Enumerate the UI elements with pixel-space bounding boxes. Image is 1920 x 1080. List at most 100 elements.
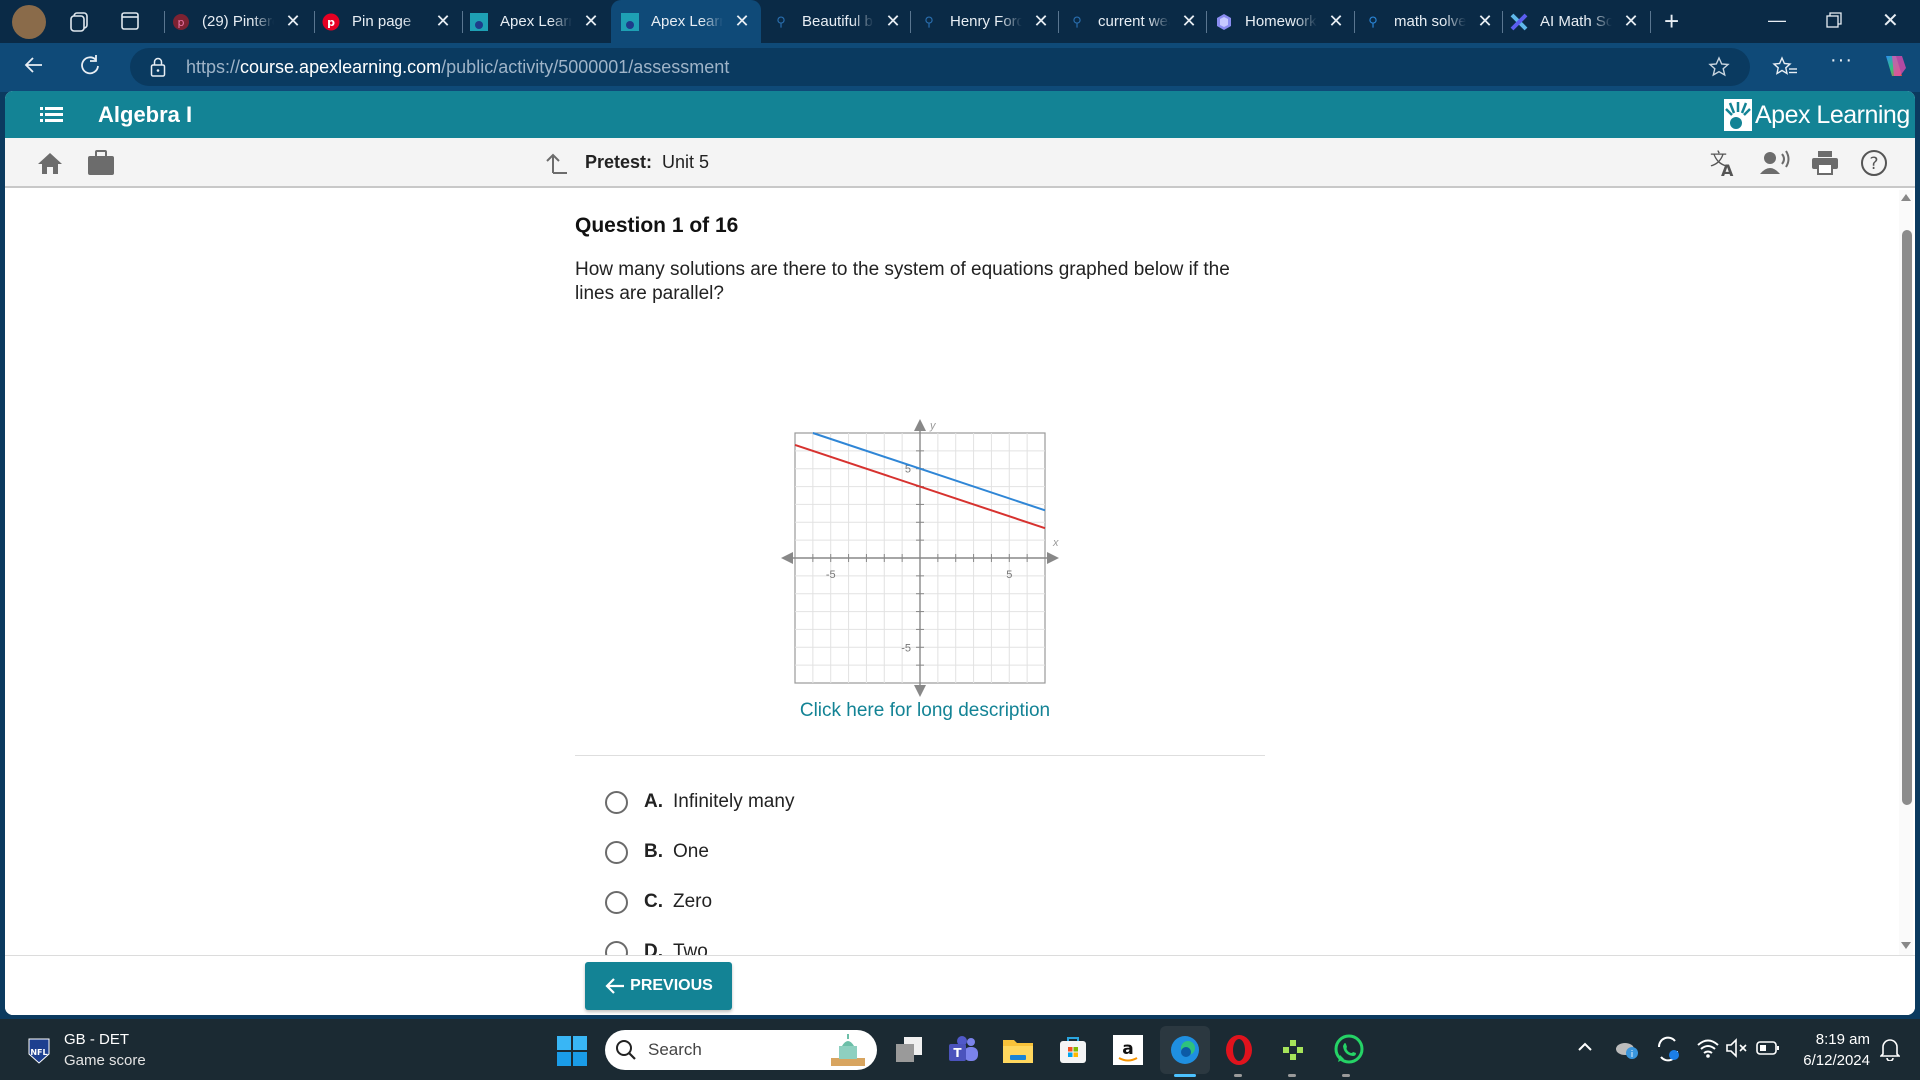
amazon-icon[interactable]: a — [1111, 1033, 1145, 1067]
running-indicator — [1342, 1074, 1350, 1077]
wifi-icon[interactable] — [1696, 1038, 1720, 1058]
workspaces-icon[interactable] — [68, 11, 90, 33]
help-icon[interactable]: ? — [1860, 149, 1888, 177]
address-bar[interactable]: https://course.apexlearning.com/public/a… — [130, 48, 1750, 86]
tab-beautiful[interactable]: ⚲ Beautiful b ✕ — [772, 0, 912, 43]
apex-learning-logo: Apex Learning — [1724, 99, 1910, 131]
choice-letter: B. — [644, 841, 663, 862]
y-axis-up-arrow — [914, 419, 926, 431]
new-tab-button[interactable]: + — [1664, 8, 1679, 34]
scroll-up-arrow-icon[interactable] — [1901, 194, 1911, 201]
game-app-icon[interactable] — [1276, 1033, 1310, 1067]
close-tab-icon[interactable]: ✕ — [582, 11, 600, 32]
svg-text:i: i — [1631, 1050, 1634, 1060]
close-tab-icon[interactable]: ✕ — [434, 11, 452, 32]
favorites-icon[interactable] — [1772, 56, 1798, 78]
choice-a[interactable]: A. Infinitely many — [605, 787, 794, 817]
widget-title[interactable]: GB - DET — [64, 1031, 129, 1048]
previous-label: PREVIOUS — [630, 977, 713, 994]
app-header: Algebra I Apex Learning — [5, 91, 1915, 138]
course-title: Algebra I — [98, 102, 193, 127]
tab-henry-ford[interactable]: ⚲ Henry Ford ✕ — [920, 0, 1060, 43]
active-indicator — [1174, 1074, 1196, 1077]
close-tab-icon[interactable]: ✕ — [284, 11, 302, 32]
battery-icon[interactable] — [1756, 1040, 1780, 1056]
close-tab-icon[interactable]: ✕ — [1622, 11, 1640, 32]
choice-text: One — [673, 841, 709, 862]
tab-current-weather[interactable]: ⚲ current weather ✕ — [1068, 0, 1208, 43]
briefcase-icon[interactable] — [87, 150, 115, 176]
show-hidden-icons-chevron[interactable] — [1577, 1039, 1593, 1055]
gem-icon — [1215, 13, 1233, 31]
tab-label: Henry Ford — [950, 13, 1022, 30]
url-scheme: https:// — [186, 57, 241, 77]
choice-c[interactable]: C. Zero — [605, 887, 712, 917]
clock-date[interactable]: 6/12/2024 — [1780, 1052, 1870, 1069]
breadcrumb-value: Unit 5 — [662, 152, 710, 172]
onedrive-info-icon[interactable]: i — [1615, 1038, 1639, 1060]
refresh-button[interactable] — [78, 53, 102, 77]
scrollbar-thumb[interactable] — [1902, 230, 1912, 805]
microsoft-store-icon[interactable] — [1056, 1033, 1090, 1067]
volume-muted-icon[interactable] — [1725, 1038, 1749, 1058]
lock-icon[interactable] — [150, 57, 166, 77]
close-tab-icon[interactable]: ✕ — [1327, 11, 1345, 32]
scroll-down-arrow-icon[interactable] — [1901, 942, 1911, 949]
windows-start-icon[interactable] — [557, 1036, 587, 1066]
notifications-bell-icon[interactable] — [1880, 1037, 1900, 1061]
url-domain: course.apexlearning.com — [240, 57, 442, 77]
radio-button[interactable] — [605, 790, 628, 814]
tab-pin-page[interactable]: p Pin page ✕ — [322, 0, 462, 43]
previous-button[interactable]: PREVIOUS — [585, 962, 732, 1010]
restore-button[interactable] — [1826, 12, 1842, 28]
close-tab-icon[interactable]: ✕ — [884, 11, 902, 32]
x-axis-right-arrow — [1047, 552, 1059, 564]
running-indicator — [1288, 1074, 1296, 1077]
minimize-button[interactable]: — — [1768, 10, 1786, 31]
print-icon[interactable] — [1811, 150, 1839, 176]
scrollbar[interactable] — [1899, 190, 1913, 955]
home-icon[interactable] — [37, 151, 63, 175]
nfl-icon[interactable]: NFL — [28, 1036, 50, 1064]
radio-button[interactable] — [605, 890, 628, 914]
taskbar-search[interactable]: Search — [605, 1030, 877, 1070]
choice-b[interactable]: B. One — [605, 837, 709, 867]
translate-icon[interactable]: 文A — [1708, 148, 1738, 178]
clock-time[interactable]: 8:19 am — [1790, 1031, 1870, 1048]
tab-ai-math-solver[interactable]: AI Math Solver ✕ — [1510, 0, 1650, 43]
close-window-button[interactable]: ✕ — [1882, 8, 1899, 33]
whatsapp-icon[interactable] — [1332, 1033, 1366, 1067]
vertical-tabs-icon[interactable] — [120, 11, 140, 31]
back-button[interactable] — [22, 53, 46, 77]
copilot-icon[interactable] — [1880, 52, 1908, 80]
apex-app: Algebra I Apex Learning Pretest: Unit 5 … — [5, 91, 1915, 1015]
tab-pinterest[interactable]: p (29) Pinterest ✕ — [172, 0, 312, 43]
teams-icon[interactable]: T — [946, 1033, 980, 1067]
search-highlight-icon — [831, 1034, 865, 1066]
tab-homework[interactable]: Homework ✕ — [1215, 0, 1355, 43]
close-tab-icon[interactable]: ✕ — [1476, 11, 1494, 32]
favorite-star-icon[interactable] — [1708, 56, 1730, 78]
svg-text:A: A — [1721, 161, 1734, 178]
sync-icon[interactable] — [1655, 1035, 1681, 1063]
tab-apex-learning-1[interactable]: Apex Learning ✕ — [470, 0, 610, 43]
opera-icon[interactable] — [1222, 1033, 1256, 1067]
url-text[interactable]: https://course.apexlearning.com/public/a… — [186, 57, 729, 78]
edge-browser-icon[interactable] — [1168, 1033, 1202, 1067]
close-tab-icon[interactable]: ✕ — [1180, 11, 1198, 32]
tab-label: Apex Learning — [651, 13, 723, 30]
close-tab-icon[interactable]: ✕ — [733, 11, 751, 32]
radio-button[interactable] — [605, 840, 628, 864]
tab-math-solver[interactable]: ⚲ math solver ✕ — [1364, 0, 1504, 43]
close-tab-icon[interactable]: ✕ — [1032, 11, 1050, 32]
up-level-icon[interactable] — [545, 151, 569, 175]
long-description-link[interactable]: Click here for long description — [575, 700, 1275, 722]
read-aloud-icon[interactable] — [1760, 150, 1792, 176]
svg-text:?: ? — [1869, 154, 1878, 174]
more-menu-icon[interactable]: ··· — [1830, 49, 1853, 72]
menu-list-icon[interactable] — [40, 104, 64, 124]
tab-apex-learning-active[interactable]: Apex Learning ✕ — [611, 0, 761, 43]
file-explorer-icon[interactable] — [1001, 1033, 1035, 1067]
profile-avatar[interactable] — [12, 5, 46, 39]
task-view-icon[interactable] — [892, 1033, 926, 1067]
